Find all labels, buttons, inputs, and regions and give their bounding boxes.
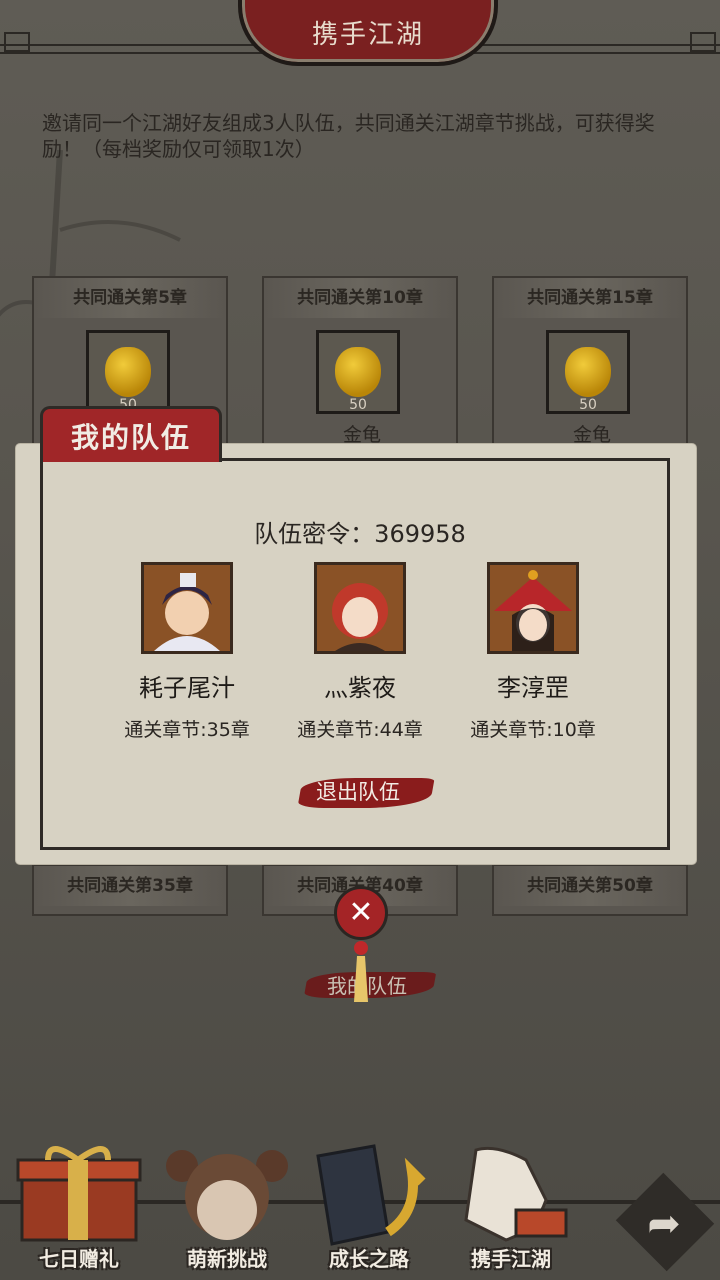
reward-card-6[interactable]: 共同通关第50章 [492,864,688,916]
share-arrow-icon: ➦ [647,1201,681,1247]
tassel-icon [354,941,368,1002]
close-dialog-button[interactable]: ✕ [334,886,388,940]
quit-team-label: 退出队伍 [316,780,400,804]
nav-growth-path[interactable]: 成长之路 [304,1140,434,1280]
nav-label: 成长之路 [329,1247,409,1271]
quit-team-button[interactable]: 退出队伍 [297,772,435,812]
nav-label: 萌新挑战 [187,1247,267,1271]
member-chapter: 通关章节:44章 [297,719,423,741]
member-name: 李淳罡 [497,674,569,702]
character-portrait-icon [317,565,403,651]
reward-amount: 50 [579,397,597,413]
my-team-button[interactable]: 我的队伍 [303,966,437,1004]
team-member-2[interactable]: 灬紫夜 通关章节:44章 [275,562,445,742]
member-name: 灬紫夜 [324,674,396,702]
team-member-1[interactable]: 耗子尾汁 通关章节:35章 [102,562,272,742]
reward-label: 共同通关第35章 [34,866,226,906]
reward-card-2[interactable]: 共同通关第10章 50 金龟 [262,276,458,446]
avatar[interactable] [487,562,579,654]
nav-seven-day-gift[interactable]: 七日赠礼 [14,1140,144,1280]
handshake-icon [464,1146,568,1242]
reward-slot[interactable]: 50 [86,330,170,414]
reward-label: 共同通关第50章 [494,866,686,906]
page-title-tab: 携手江湖 [238,0,498,66]
reward-card-4[interactable]: 共同通关第35章 [32,864,228,916]
avatar[interactable] [141,562,233,654]
character-portrait-icon [490,565,576,651]
dialog-tab: 我的队伍 [40,406,222,462]
corner-ornament-left [4,32,30,52]
nav-label: 七日赠礼 [39,1247,119,1271]
reward-amount: 50 [349,397,367,413]
gift-box-icon [16,1146,142,1242]
reward-item-name: 金龟 [342,424,381,446]
nav-newbie-challenge[interactable]: 萌新挑战 [162,1140,292,1280]
dialog-title: 我的队伍 [70,420,191,454]
close-icon: ✕ [348,895,374,930]
member-chapter: 通关章节:35章 [124,719,250,741]
nav-label: 携手江湖 [471,1247,551,1271]
member-chapter: 通关章节:10章 [470,719,596,741]
share-button[interactable]: ➦ [636,1196,692,1252]
reward-item-name: 金龟 [572,424,611,446]
page-title: 携手江湖 [311,19,424,50]
gold-turtle-icon [335,347,381,397]
team-code: 队伍密令：369958 [254,520,466,548]
reward-label: 共同通关第15章 [494,278,686,318]
nav-join-jianghu[interactable]: 携手江湖 [446,1140,576,1280]
book-icon [316,1144,426,1246]
reward-card-3[interactable]: 共同通关第15章 50 金龟 [492,276,688,446]
reward-label: 共同通关第5章 [34,278,226,318]
member-name: 耗子尾汁 [139,674,235,702]
reward-slot[interactable]: 50 [316,330,400,414]
avatar[interactable] [314,562,406,654]
gold-turtle-icon [105,347,151,397]
reward-label: 共同通关第10章 [264,278,456,318]
corner-ornament-right [690,32,716,52]
gold-turtle-icon [565,347,611,397]
team-member-3[interactable]: 李淳罡 通关章节:10章 [448,562,618,742]
reward-slot[interactable]: 50 [546,330,630,414]
girl-character-icon [166,1150,288,1240]
event-description: 邀请同一个江湖好友组成3人队伍，共同通关江湖章节挑战，可获得奖励！（每档奖励仅可… [42,111,655,161]
character-portrait-icon [144,565,230,651]
